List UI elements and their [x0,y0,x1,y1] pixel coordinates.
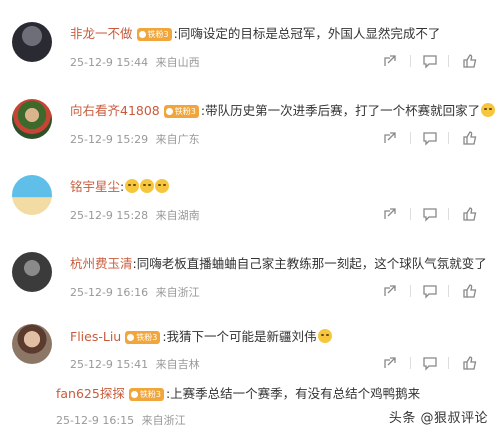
fan-badge: 铁粉3 [128,388,164,401]
comment-username[interactable]: 杭州费玉清 [70,256,133,271]
comment-text: :我猜下一个可能是新疆刘伟 [162,329,317,344]
like-icon[interactable] [462,130,478,146]
comment-location: 来自浙江 [155,286,200,299]
comment-icon[interactable] [422,283,438,299]
like-icon[interactable] [462,355,478,371]
comment-icon[interactable] [422,355,438,371]
comment-text: :同嗨设定的目标是总冠军，外国人显然完成不了 [173,26,441,41]
emoji-icon [317,329,332,343]
emoji-icon [155,179,170,193]
comment-text: :同嗨老板直播蛐蛐自己家主教练那一刻起，这个球队气氛就变了 [132,256,487,271]
comment-text: :带队历史第一次进季后赛，打了一个杯赛就回家了 [200,103,481,118]
share-icon[interactable] [382,355,398,371]
comment-username[interactable]: 铭宇星尘 [70,179,120,194]
avatar[interactable] [12,324,52,364]
watermark: 头条 @狠叔评论 [388,411,488,426]
fan-badge: 铁粉3 [136,28,172,41]
share-icon[interactable] [382,130,398,146]
comment-text: : [120,179,125,194]
comment-icon[interactable] [422,206,438,222]
comment-location: 来自吉林 [155,358,200,371]
reply-location: 来自浙江 [141,414,186,427]
comment-time: 25-12-9 15:28 [70,209,149,222]
comment-location: 来自广东 [155,133,200,146]
comment-username[interactable]: 非龙一不做 [70,26,133,41]
comment-icon[interactable] [422,53,438,69]
reply-text: :上赛季总结一个赛季，有没有总结个鸡鸭鹅来 [165,386,421,401]
comment-location: 来自山西 [155,56,200,69]
emoji-icon [140,179,155,193]
like-icon[interactable] [462,53,478,69]
reply-username[interactable]: fan625探探 [56,386,125,401]
comment-username[interactable]: 向右看齐41808 [70,103,160,118]
comment-icon[interactable] [422,130,438,146]
comment-location: 来自湖南 [155,209,200,222]
emoji-icon [125,179,140,193]
like-icon[interactable] [462,283,478,299]
avatar[interactable] [12,252,52,292]
emoji-icon [481,103,496,117]
avatar[interactable] [12,99,52,139]
comment-time: 25-12-9 15:41 [70,358,149,371]
fan-badge: 铁粉3 [163,105,199,118]
avatar[interactable] [12,175,52,215]
fan-badge: 铁粉3 [125,331,161,344]
comment-time: 25-12-9 15:29 [70,133,149,146]
avatar[interactable] [12,22,52,62]
share-icon[interactable] [382,283,398,299]
share-icon[interactable] [382,206,398,222]
comment-time: 25-12-9 15:44 [70,56,149,69]
share-icon[interactable] [382,53,398,69]
reply-time: 25-12-9 16:15 [56,414,135,427]
like-icon[interactable] [462,206,478,222]
comment-time: 25-12-9 16:16 [70,286,149,299]
comment-username[interactable]: Flies-Liu [70,329,121,344]
